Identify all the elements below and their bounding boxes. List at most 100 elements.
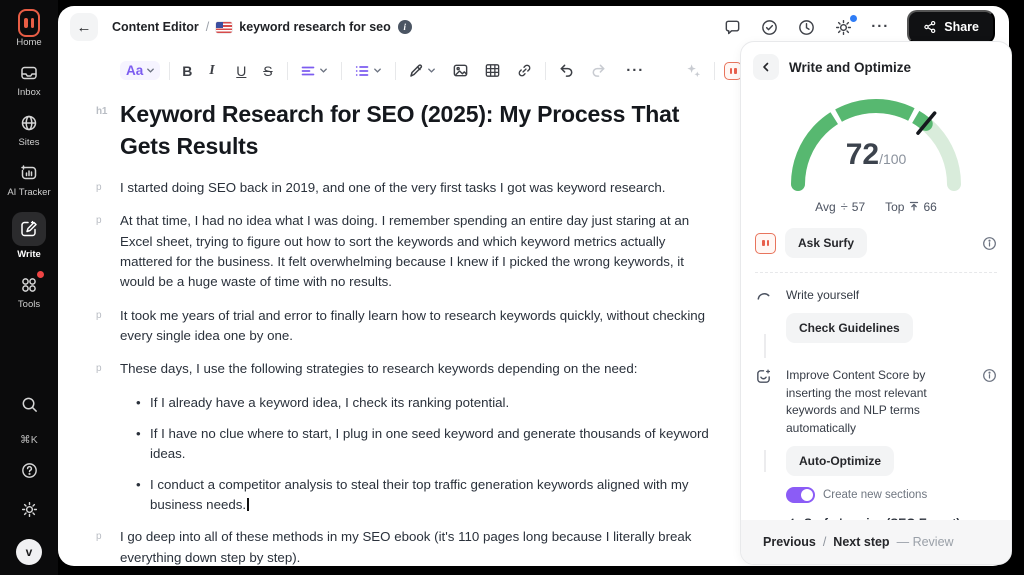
history-clock-icon[interactable] [797,18,816,37]
bold-button[interactable]: B [179,61,197,81]
settings-gear-icon[interactable] [20,500,39,524]
text-style-dropdown[interactable]: Aa [120,61,161,80]
paragraph[interactable]: p At that time, I had no idea what I was… [96,211,712,292]
sidebar-item-sites[interactable]: Sites [18,112,40,149]
surfy-icon [755,232,776,254]
toggle-label: Create new sections [823,488,928,501]
alignment-dropdown[interactable] [297,61,332,81]
check-guidelines-button[interactable]: Check Guidelines [786,313,913,344]
sidebar-item-label: Sites [18,136,40,148]
ask-surfy-panel-button[interactable]: Ask Surfy [785,228,868,258]
panel-step-footer: Previous / Next step — Review [741,520,1011,564]
sidebar-item-label: Write [17,248,41,260]
step-connector [764,334,766,358]
chevron-down-icon [320,68,328,73]
step-write-yourself: Write yourself Check Guidelines [741,285,1011,344]
align-left-icon [301,66,315,75]
paragraph[interactable]: p These days, I use the following strate… [96,359,712,379]
insert-table-button[interactable] [481,60,504,81]
redo-button[interactable] [587,60,610,81]
sidebar-item-label: Inbox [17,86,41,98]
search-icon[interactable] [20,395,39,419]
sidebar-item-home[interactable]: Home [16,9,42,49]
toolbar-divider [169,61,171,80]
heading-text: Keyword Research for SEO (2025): My Proc… [120,101,680,159]
underline-button[interactable]: U [233,61,251,81]
italic-button[interactable]: I [206,61,224,81]
sidebar-item-write[interactable]: Write [12,211,46,261]
image-icon [453,64,468,77]
list-item[interactable]: If I already have a keyword idea, I chec… [120,393,712,413]
link-icon [518,64,531,77]
globe-icon [18,112,40,134]
table-icon [485,64,500,77]
info-icon[interactable] [982,367,997,530]
document-title-breadcrumb[interactable]: keyword research for seo [239,20,390,34]
app-sidebar: Home Inbox Sites AI Tracker Write Tools … [0,0,58,575]
list-dropdown[interactable] [351,61,386,81]
user-avatar[interactable]: v [16,539,42,565]
sidebar-item-tools[interactable]: Tools [18,270,44,311]
list-item[interactable]: I conduct a competitor analysis to steal… [120,475,712,515]
chevron-down-icon [147,68,155,73]
paragraph-text: At that time, I had no idea what I was d… [120,213,690,290]
sidebar-item-inbox[interactable]: Inbox [17,62,41,99]
undo-button[interactable] [555,60,578,81]
list-item-text: If I already have a keyword idea, I chec… [150,394,510,410]
list-item[interactable]: If I have no clue where to start, I plug… [120,424,712,464]
auto-optimize-button[interactable]: Auto-Optimize [786,445,894,476]
tracker-chart-icon [18,162,40,184]
panel-collapse-button[interactable] [753,54,779,80]
top-value: 66 [923,200,937,214]
ink-pen-dropdown[interactable] [405,61,440,81]
command-k-shortcut[interactable]: ⌘K [20,434,38,446]
bullet-list[interactable]: If I already have a keyword idea, I chec… [120,393,712,515]
text-style-label: Aa [126,63,144,78]
footer-separator: / [822,535,827,549]
help-icon[interactable] [20,461,39,485]
avg-benchmark: Avg ÷ 57 [815,199,866,214]
sidebar-item-ai-tracker[interactable]: AI Tracker [7,162,51,199]
sidebar-item-label: Home [16,37,42,48]
paragraph[interactable]: p I started doing SEO back in 2019, and … [96,178,712,198]
redo-icon [592,64,605,77]
create-sections-toggle[interactable] [786,486,815,503]
info-icon[interactable] [982,236,997,251]
next-step-button[interactable]: Next step [833,535,889,549]
toolbar-divider [341,61,343,80]
back-button[interactable]: ← [70,13,98,41]
chevron-left-icon [763,62,769,72]
breadcrumb-section[interactable]: Content Editor [112,20,199,34]
more-options-icon[interactable]: ··· [871,19,889,34]
write-and-optimize-panel: Write and Optimize 72/100 Avg ÷ 57 Top 66 A… [740,41,1012,565]
paragraph[interactable]: p I go deep into all of these methods in… [96,527,712,566]
share-button[interactable]: Share [907,10,995,44]
toolbar-more-icon[interactable]: ··· [623,63,647,78]
content-score-max: /100 [879,151,907,167]
document-heading[interactable]: h1 Keyword Research for SEO (2025): My P… [96,99,705,162]
paragraph-text: It took me years of trial and error to f… [120,307,706,344]
share-label: Share [944,20,979,34]
tools-grid-icon [18,270,44,296]
editor-settings-icon[interactable] [834,14,858,37]
step-auto-optimize: Improve Content Score by inserting the m… [741,365,1011,530]
insert-image-button[interactable] [449,60,472,81]
avg-value: 57 [851,200,866,214]
toolbar-divider [545,61,547,80]
document-body[interactable]: h1 Keyword Research for SEO (2025): My P… [58,91,718,566]
tasks-check-icon[interactable] [760,18,779,37]
chevron-down-icon [428,68,436,73]
breadcrumb-separator: / [205,20,210,34]
paragraph[interactable]: p It took me years of trial and error to… [96,306,712,347]
step-connector [764,450,766,472]
strikethrough-button[interactable]: S [260,61,278,81]
block-type-marker: p [96,363,102,375]
document-info-icon[interactable]: i [397,20,412,34]
previous-step-button[interactable]: Previous [763,535,816,549]
comments-icon[interactable] [723,18,742,37]
list-item-text: I conduct a competitor analysis to steal… [150,476,689,512]
step-text: Write yourself [786,288,860,302]
toolbar-divider [287,61,289,80]
insert-link-button[interactable] [513,60,536,81]
ai-sparkles-button[interactable] [682,60,705,81]
